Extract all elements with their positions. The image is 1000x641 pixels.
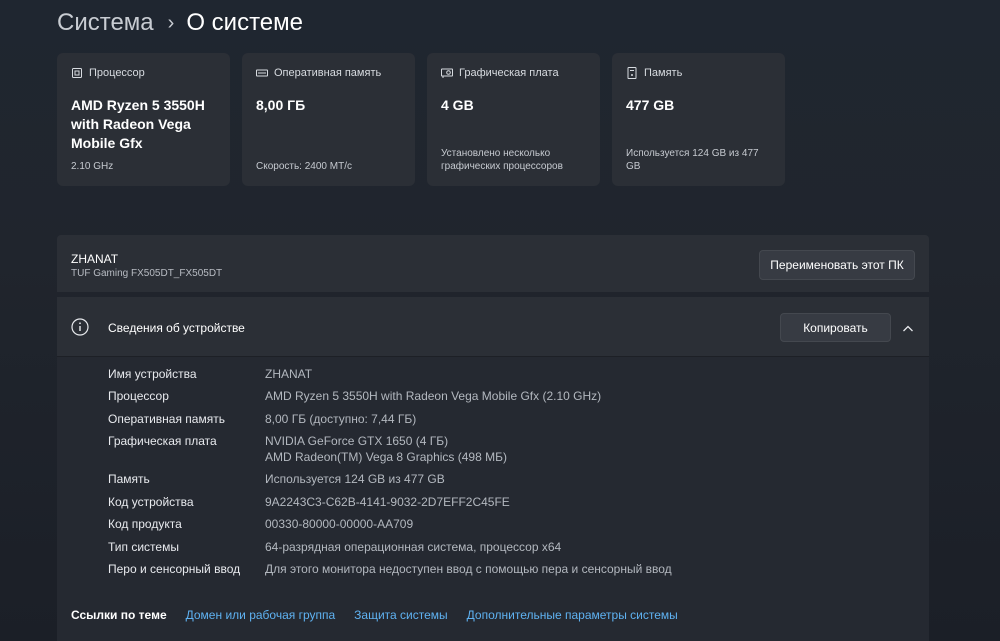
breadcrumb: Система › О системе xyxy=(57,6,303,40)
spec-value: Для этого монитора недоступен ввод с пом… xyxy=(265,562,672,576)
card-processor-value: AMD Ryzen 5 3550H with Radeon Vega Mobil… xyxy=(71,97,205,151)
storage-icon xyxy=(626,67,638,79)
link-system-protection[interactable]: Защита системы xyxy=(354,608,447,622)
spec-label: Код продукта xyxy=(108,517,182,531)
card-graphics-note: Установлено несколько графических процес… xyxy=(441,148,563,172)
spec-label: Тип системы xyxy=(108,540,179,554)
card-ram-value: 8,00 ГБ xyxy=(256,97,306,113)
page-title: О системе xyxy=(186,9,303,36)
card-graphics: Графическая плата 4 GB Установлено неско… xyxy=(427,53,600,186)
spec-value: AMD Ryzen 5 3550H with Radeon Vega Mobil… xyxy=(265,389,602,403)
spec-label: Перо и сенсорный ввод xyxy=(108,562,241,576)
card-ram-note: Скорость: 2400 МТ/с xyxy=(256,161,352,172)
chevron-up-icon[interactable] xyxy=(902,321,914,332)
card-graphics-title: Графическая плата xyxy=(459,67,559,79)
spec-label: Оперативная память xyxy=(108,412,225,426)
device-specifications-header[interactable]: Сведения об устройстве Копировать xyxy=(57,297,929,357)
device-bar: ZHANAT TUF Gaming FX505DT_FX505DT Переим… xyxy=(57,235,929,292)
card-storage-note: Используется 124 GB из 477 GB xyxy=(626,148,759,172)
breadcrumb-parent-system[interactable]: Система xyxy=(57,9,154,37)
link-advanced-system-settings[interactable]: Дополнительные параметры системы xyxy=(467,608,678,622)
spec-value: 00330-80000-00000-AA709 xyxy=(265,517,414,531)
related-links: Ссылки по теме Домен или рабочая группа … xyxy=(57,605,929,625)
info-icon xyxy=(71,318,89,336)
ram-icon xyxy=(256,67,268,79)
card-storage: Память 477 GB Используется 124 GB из 477… xyxy=(612,53,785,186)
link-domain-workgroup[interactable]: Домен или рабочая группа xyxy=(186,608,336,622)
spec-label: Процессор xyxy=(108,389,169,403)
card-graphics-value: 4 GB xyxy=(441,97,474,113)
spec-value: ZHANAT xyxy=(265,367,313,381)
copy-button[interactable]: Копировать xyxy=(780,313,891,342)
breadcrumb-separator-icon: › xyxy=(167,11,175,34)
spec-value: Используется 124 GB из 477 GB xyxy=(265,472,445,486)
spec-value: NVIDIA GeForce GTX 1650 (4 ГБ) xyxy=(265,434,449,448)
spec-value: 64-разрядная операционная система, проце… xyxy=(265,540,562,554)
card-processor-title: Процессор xyxy=(89,67,145,79)
card-ram: Оперативная память 8,00 ГБ Скорость: 240… xyxy=(242,53,415,186)
spec-label: Код устройства xyxy=(108,495,194,509)
card-storage-title: Память xyxy=(644,67,683,79)
spec-value: 9A2243C3-C62B-4141-9032-2D7EFF2C45FE xyxy=(265,495,510,509)
card-storage-value: 477 GB xyxy=(626,97,675,113)
device-model: TUF Gaming FX505DT_FX505DT xyxy=(71,268,223,279)
card-ram-title: Оперативная память xyxy=(274,67,382,79)
related-links-title: Ссылки по теме xyxy=(71,608,167,622)
processor-icon xyxy=(71,67,83,79)
card-processor: Процессор AMD Ryzen 5 3550H with Radeon … xyxy=(57,53,230,186)
spec-value: AMD Radeon(TM) Vega 8 Graphics (498 МБ) xyxy=(265,450,507,464)
rename-pc-button[interactable]: Переименовать этот ПК xyxy=(759,250,915,280)
card-processor-note: 2.10 GHz xyxy=(71,161,114,172)
graphics-card-icon xyxy=(441,67,453,79)
spec-label: Имя устройства xyxy=(108,367,197,381)
device-name: ZHANAT xyxy=(71,252,119,266)
device-specifications-panel: Сведения об устройстве Копировать Имя ус… xyxy=(57,297,929,641)
spec-label: Память xyxy=(108,472,150,486)
spec-label: Графическая плата xyxy=(108,434,217,448)
spec-value: 8,00 ГБ (доступно: 7,44 ГБ) xyxy=(265,412,417,426)
device-specifications-title: Сведения об устройстве xyxy=(108,321,245,335)
